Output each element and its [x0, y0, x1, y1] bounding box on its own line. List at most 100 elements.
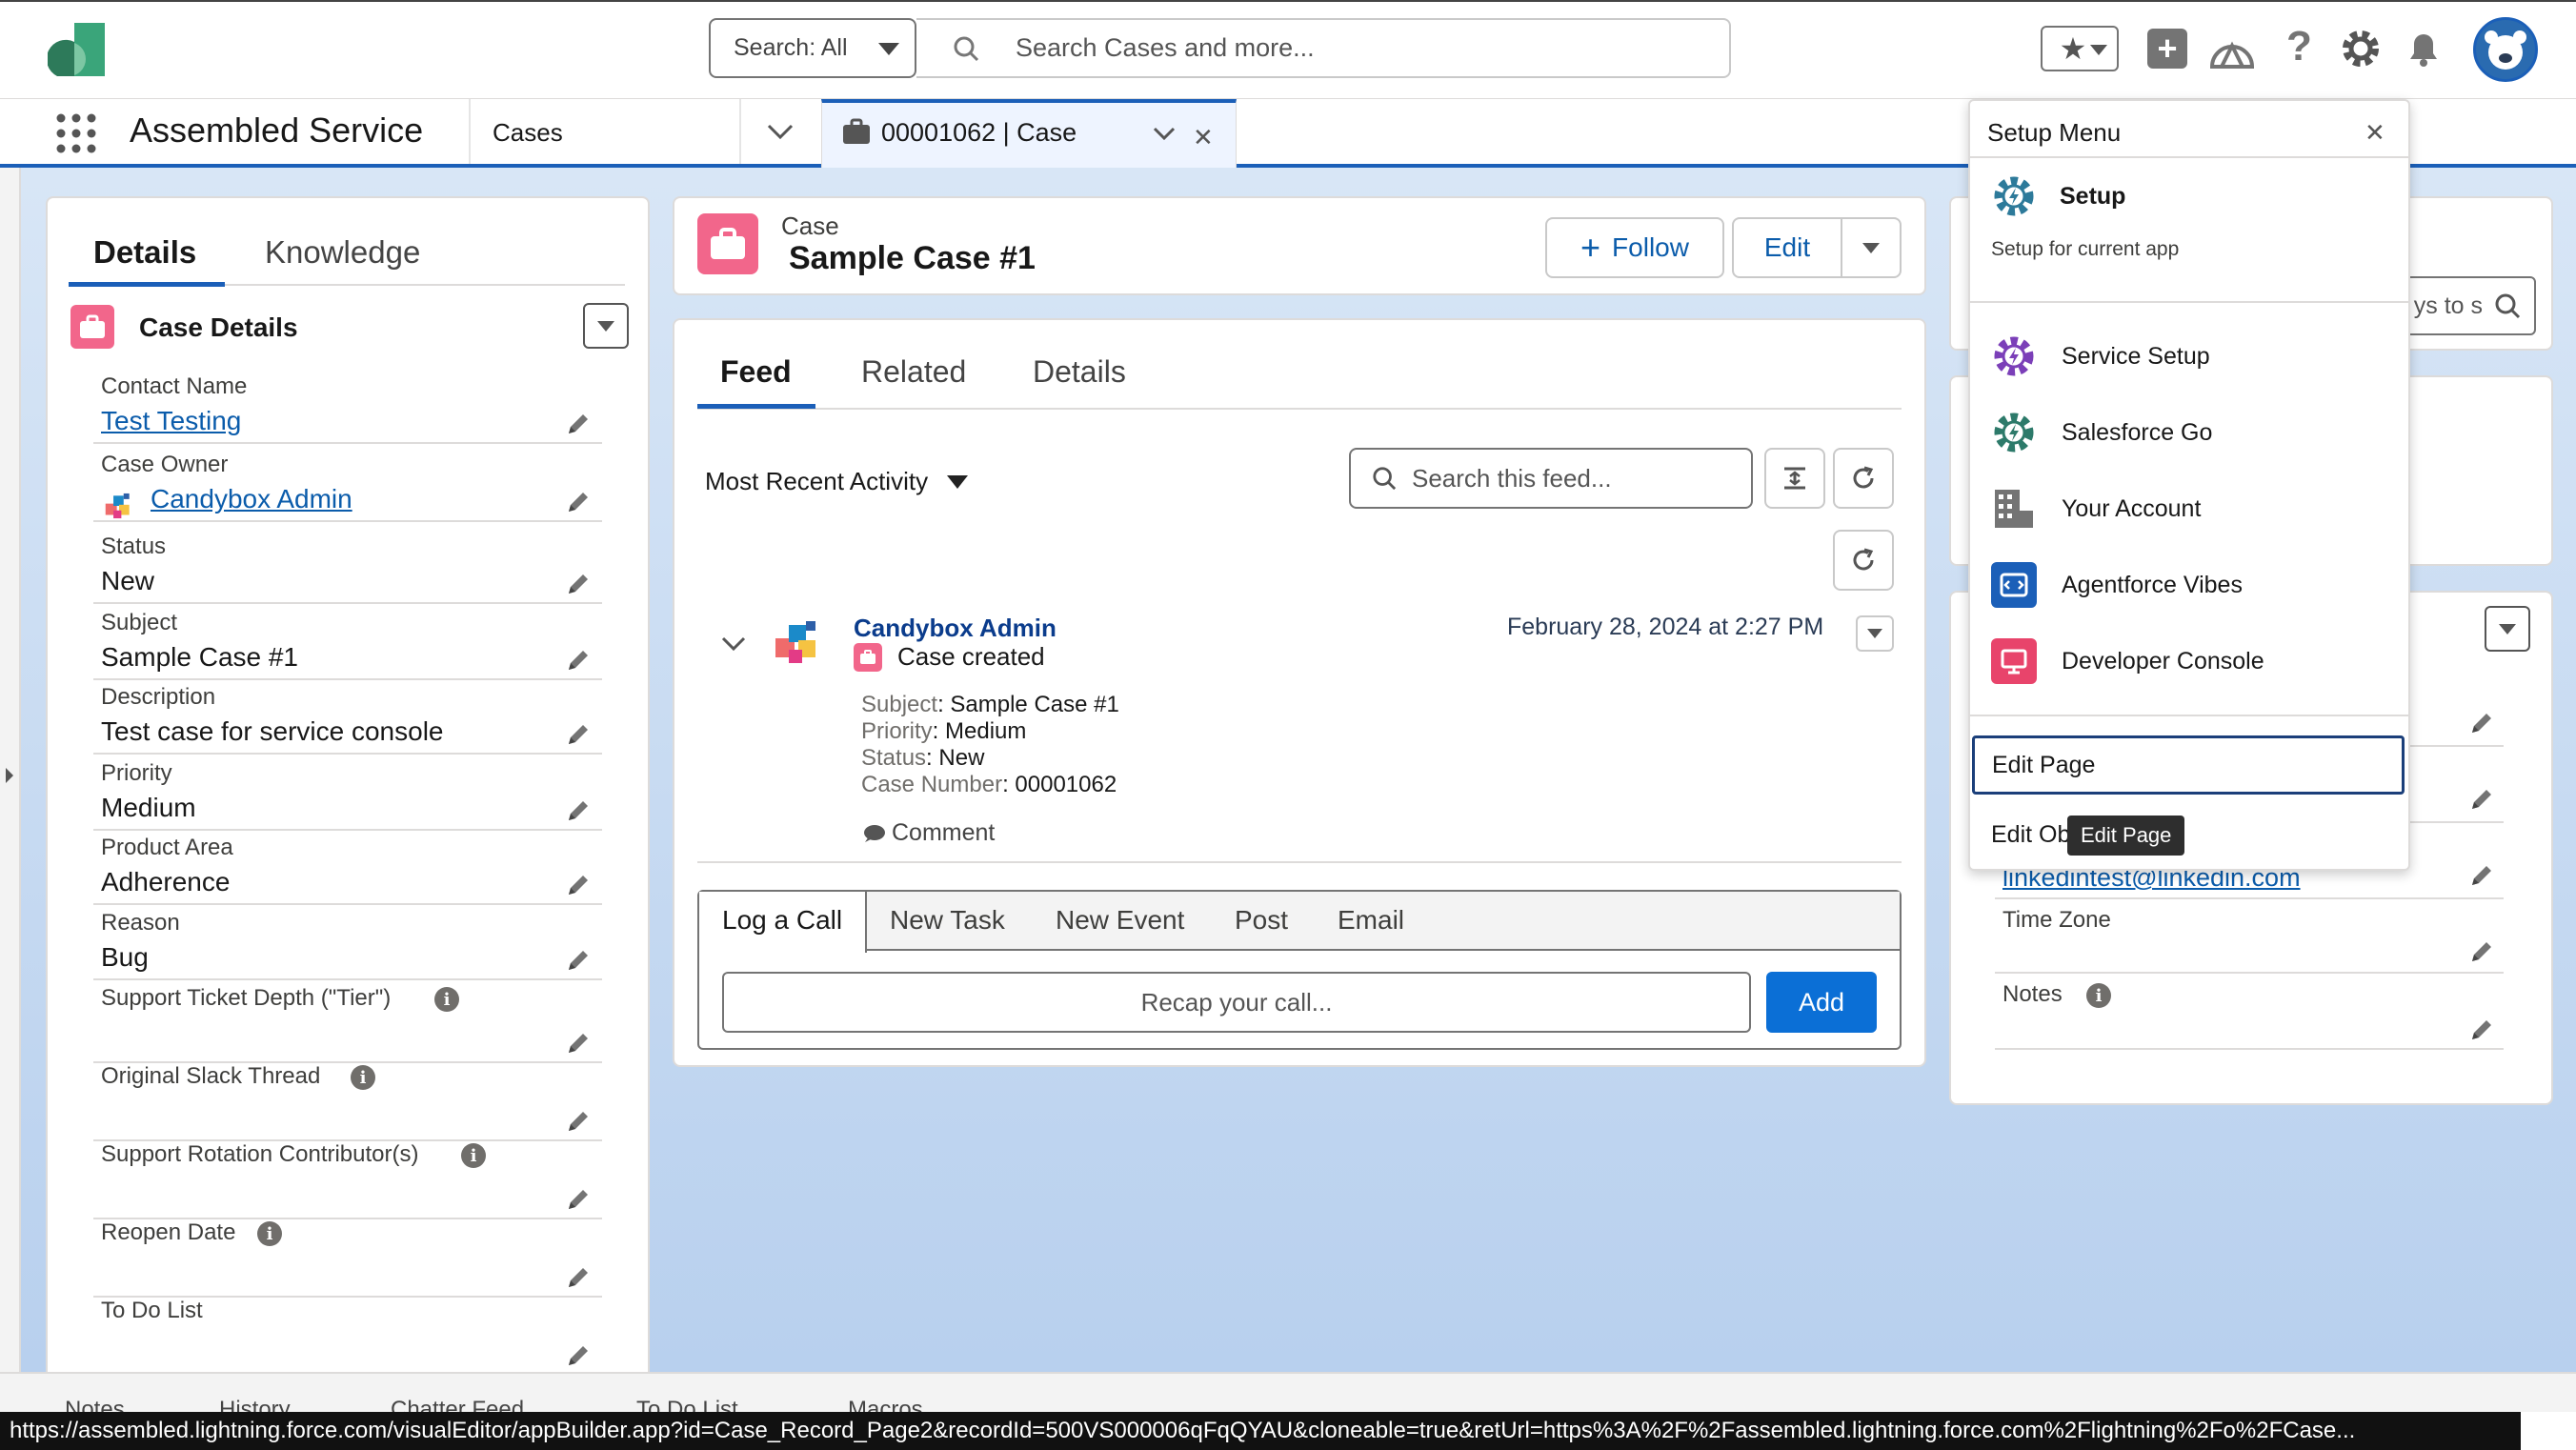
edit-page-item[interactable]: Edit Page	[1972, 735, 2405, 795]
plus-icon: +	[1580, 228, 1601, 267]
comment-label: Comment	[892, 819, 996, 846]
feed-search-input[interactable]: Search this feed...	[1349, 448, 1753, 509]
search-scope-select[interactable]: Search: All	[709, 18, 916, 78]
edit-pencil-icon[interactable]	[566, 412, 591, 436]
field-divider	[93, 602, 602, 604]
edit-pencil-icon[interactable]	[566, 948, 591, 973]
tab-details[interactable]: Details	[93, 234, 196, 271]
add-button[interactable]: Add	[1766, 972, 1877, 1033]
follow-button[interactable]: + Follow	[1545, 217, 1724, 278]
detail-separator: :	[932, 718, 946, 744]
user-avatar[interactable]	[2473, 17, 2538, 82]
star-icon: ★	[2059, 31, 2087, 66]
edit-pencil-icon[interactable]	[566, 1265, 591, 1290]
recap-input[interactable]: Recap your call...	[722, 972, 1751, 1033]
edit-pencil-icon[interactable]	[566, 873, 591, 897]
edit-pencil-icon[interactable]	[566, 1343, 591, 1368]
section-menu-button[interactable]	[583, 303, 629, 349]
active-feed-tab-indicator	[697, 404, 815, 409]
publisher-tab[interactable]: Email	[1338, 905, 1404, 936]
edit-pencil-icon[interactable]	[566, 1109, 591, 1134]
nav-item-cases[interactable]: Cases	[493, 118, 563, 148]
sort-dropdown[interactable]: Most Recent Activity	[705, 467, 969, 496]
edit-pencil-icon[interactable]	[2469, 1017, 2494, 1042]
setup-menu-item[interactable]: Service Setup	[1991, 328, 2391, 385]
comment-icon	[861, 823, 886, 844]
case-small-icon	[854, 643, 882, 672]
notes-label: Notes	[2002, 981, 2063, 1007]
tab-feed[interactable]: Feed	[720, 354, 792, 390]
tooltip-text: Edit Page	[2081, 823, 2172, 847]
post-action: Case created	[897, 642, 1045, 671]
collapse-post-icon[interactable]	[720, 634, 747, 654]
setup-menu-item[interactable]: Developer Console	[1991, 633, 2391, 690]
tab-chevron-down-icon[interactable]	[1153, 126, 1176, 141]
sort-label: Most Recent Activity	[705, 467, 929, 495]
post-author[interactable]: Candybox Admin	[854, 614, 1057, 643]
publisher-tabs-bg	[699, 892, 1900, 951]
notifications-bell-icon[interactable]	[2403, 27, 2445, 69]
field-label: Description	[101, 684, 216, 710]
info-icon: i	[351, 1065, 375, 1090]
tab-related[interactable]: Related	[861, 354, 966, 390]
favorites-button[interactable]: ★	[2041, 26, 2119, 71]
edit-pencil-icon[interactable]	[566, 1187, 591, 1212]
field-link[interactable]: Test Testing	[101, 406, 241, 436]
edit-button[interactable]: Edit	[1732, 217, 1842, 278]
publisher-tab[interactable]: Post	[1235, 905, 1288, 936]
edit-pencil-icon[interactable]	[2469, 939, 2494, 964]
edit-pencil-icon[interactable]	[566, 798, 591, 823]
record-object-label: Case	[781, 211, 839, 240]
edit-pencil-icon[interactable]	[2469, 711, 2494, 735]
field-label: Reopen Date	[101, 1219, 236, 1245]
edit-object-item[interactable]: Edit Ob	[1991, 821, 2070, 849]
refresh-feed-button[interactable]	[1833, 448, 1894, 509]
edit-pencil-icon[interactable]	[566, 1031, 591, 1056]
refresh-button[interactable]	[1833, 530, 1894, 591]
app-logo[interactable]	[48, 23, 105, 76]
post-menu-button[interactable]	[1856, 615, 1894, 652]
help-icon[interactable]: ?	[2286, 23, 2312, 70]
edit-pencil-icon[interactable]	[566, 722, 591, 747]
global-search-input[interactable]: Search Cases and more...	[916, 18, 1731, 78]
field-divider	[1995, 972, 2504, 974]
edit-pencil-icon[interactable]	[566, 648, 591, 673]
tab-knowledge[interactable]: Knowledge	[265, 234, 420, 271]
app-launcher-icon[interactable]	[55, 112, 97, 154]
edit-pencil-icon[interactable]	[566, 572, 591, 596]
edit-page-label: Edit Page	[1992, 751, 2096, 778]
collapse-icon	[1784, 467, 1805, 490]
active-tab-indicator	[69, 282, 225, 287]
field-link[interactable]: Candybox Admin	[151, 484, 352, 514]
collapse-all-button[interactable]	[1764, 448, 1825, 509]
field-divider	[93, 678, 602, 680]
edit-object-label: Edit Ob	[1991, 821, 2071, 848]
nav-cases-dropdown-icon[interactable]	[766, 122, 795, 141]
edit-pencil-icon[interactable]	[566, 490, 591, 514]
expand-sidebar-icon[interactable]	[6, 768, 13, 783]
utility-bar	[0, 1372, 2576, 1412]
tab-details-center[interactable]: Details	[1033, 354, 1126, 390]
gear-icon[interactable]	[2339, 27, 2383, 70]
more-actions-button[interactable]	[1841, 217, 1902, 278]
comment-button[interactable]: Comment	[861, 819, 995, 847]
info-icon: i	[434, 987, 459, 1012]
contact-card-menu-button[interactable]	[2485, 606, 2530, 652]
refresh-icon	[1853, 466, 1874, 489]
right-search-text: ys to s	[2413, 292, 2483, 319]
global-actions-button[interactable]: +	[2147, 29, 2187, 69]
post-timestamp[interactable]: February 28, 2024 at 2:27 PM	[1507, 614, 1823, 641]
publisher-tab[interactable]: Log a Call	[722, 905, 842, 936]
trailhead-icon[interactable]	[2210, 29, 2254, 69]
publisher-tab[interactable]: New Event	[1056, 905, 1184, 936]
close-tab-icon[interactable]: ✕	[1193, 123, 1214, 152]
edit-pencil-icon[interactable]	[2469, 787, 2494, 812]
setup-menu-item[interactable]: Agentforce Vibes	[1991, 556, 2391, 614]
edit-pencil-icon[interactable]	[2469, 863, 2494, 888]
close-setup-menu-icon[interactable]: ✕	[2365, 118, 2385, 148]
case-header-icon	[697, 213, 758, 274]
publisher-tab[interactable]: New Task	[890, 905, 1005, 936]
setup-menu-item[interactable]: Salesforce Go	[1991, 404, 2391, 461]
setup-menu-item[interactable]: Your Account	[1991, 480, 2391, 537]
field-divider	[93, 978, 602, 980]
